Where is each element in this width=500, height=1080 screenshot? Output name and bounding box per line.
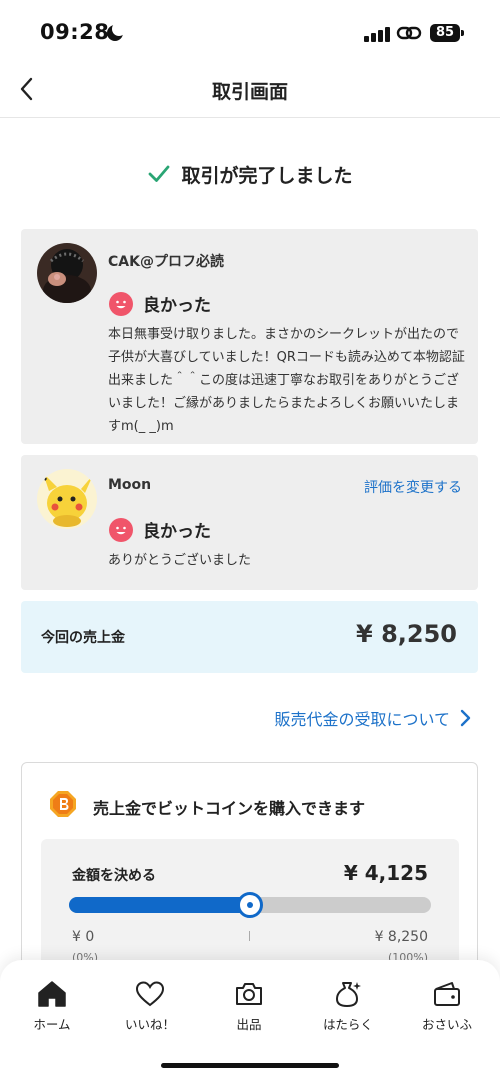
bitcoin-coin-icon	[50, 791, 76, 817]
slider-min-value: ¥ 0	[72, 929, 95, 945]
sales-summary: 今回の売上金 ¥ 8,250	[21, 601, 478, 673]
change-rating-link[interactable]: 評価を変更する	[364, 477, 462, 497]
amount-slider-thumb[interactable]	[237, 892, 263, 918]
wallet-icon	[434, 982, 460, 1006]
money-bag-icon	[336, 982, 361, 1007]
personal-hotspot-icon	[396, 26, 422, 40]
buyer-avatar[interactable]	[37, 243, 97, 303]
heart-icon	[135, 981, 165, 1007]
seller-avatar[interactable]	[37, 469, 97, 529]
completion-message: 取引が完了しました	[0, 158, 500, 190]
home-icon	[38, 981, 66, 1007]
cellular-signal-icon	[364, 26, 390, 42]
chevron-right-icon	[460, 709, 471, 727]
seller-rating-label: 良かった	[143, 522, 211, 542]
tab-work-label: はたらく	[323, 1017, 373, 1032]
amount-label: 金額を決める	[72, 868, 156, 884]
seller-rating: 良かった	[109, 517, 211, 542]
home-indicator	[161, 1063, 339, 1068]
tab-likes[interactable]: いいね！	[100, 980, 200, 1040]
bottom-tab-bar: ホーム いいね！ 出品 はたらく おさいふ	[0, 960, 500, 1080]
page-title: 取引画面	[211, 81, 288, 103]
tab-likes-label: いいね！	[124, 1017, 175, 1032]
slider-max-value: ¥ 8,250	[374, 929, 428, 945]
tab-sell-label: 出品	[236, 1017, 262, 1032]
amount-slider-fill	[69, 897, 250, 913]
tab-wallet[interactable]: おさいふ	[397, 980, 497, 1040]
tab-work[interactable]: はたらく	[298, 980, 398, 1040]
buyer-rating-label: 良かった	[143, 296, 211, 316]
seller-name: Moon	[108, 477, 152, 493]
tab-sell[interactable]: 出品	[199, 980, 299, 1040]
seller-review-text: ありがとうございました	[108, 553, 252, 568]
status-bar: 09:28 85	[0, 0, 500, 62]
seller-review-card: Moon 評価を変更する 良かった ありがとうございました	[21, 455, 478, 590]
tab-home-label: ホーム	[33, 1017, 71, 1032]
bitcoin-card-title: 売上金でビットコインを購入できます	[93, 799, 366, 818]
buyer-review-card: CAK@プロフ必読 良かった 本日無事受け取りました。まさかのシークレットが出た…	[21, 229, 478, 444]
battery-indicator: 85	[430, 24, 464, 42]
slider-midpoint-tick	[249, 931, 250, 941]
checkmark-icon	[149, 165, 170, 182]
smile-face-icon	[109, 517, 133, 542]
smile-face-icon	[109, 291, 133, 316]
camera-icon	[236, 983, 262, 1005]
completion-text: 取引が完了しました	[181, 164, 353, 187]
status-time: 09:28	[40, 20, 110, 44]
do-not-disturb-moon-icon	[107, 22, 126, 41]
amount-slider[interactable]	[69, 892, 431, 918]
tab-home[interactable]: ホーム	[2, 980, 102, 1040]
sales-amount: ¥ 8,250	[356, 620, 457, 648]
buyer-rating: 良かった	[109, 291, 211, 316]
navigation-bar: 取引画面	[0, 62, 500, 118]
tab-wallet-label: おさいふ	[421, 1017, 472, 1032]
buyer-name: CAK@プロフ必読	[108, 254, 224, 270]
amount-value: ¥ 4,125	[343, 861, 428, 885]
buyer-review-text: 本日無事受け取りました。まさかのシークレットが出たので子供が大喜びしていました！…	[108, 327, 465, 434]
sales-label: 今回の売上金	[41, 630, 125, 646]
payment-receipt-link-text: 販売代金の受取について	[274, 710, 450, 729]
payment-receipt-link[interactable]: 販売代金の受取について	[274, 706, 472, 730]
